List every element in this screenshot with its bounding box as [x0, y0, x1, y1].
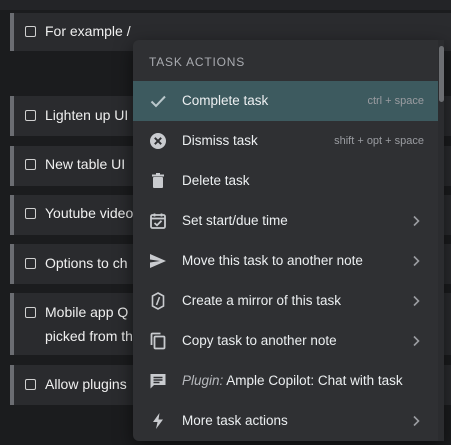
menu-item-create-mirror[interactable]: Create a mirror of this task [133, 281, 438, 321]
menu-item-more-actions[interactable]: More task actions [133, 401, 438, 441]
plugin-prefix: Plugin: [182, 373, 224, 388]
plugin-label: Ample Copilot: Chat with task [226, 373, 403, 388]
menu-item-copy-task[interactable]: Copy task to another note [133, 321, 438, 361]
menu-item-shortcut: ctrl + space [367, 95, 424, 107]
trash-icon [148, 171, 168, 191]
chevron-right-icon [408, 413, 424, 429]
calendar-check-icon [148, 211, 168, 231]
menu-item-label: Complete task [182, 93, 269, 108]
menu-item-delete-task[interactable]: Delete task [133, 161, 438, 201]
task-checkbox[interactable] [25, 258, 36, 269]
menu-item-plugin-chat[interactable]: Plugin: Ample Copilot: Chat with task [133, 361, 438, 401]
task-checkbox[interactable] [25, 208, 36, 219]
mirror-icon [148, 291, 168, 311]
bolt-icon [148, 411, 168, 431]
task-checkbox[interactable] [25, 379, 36, 390]
menu-item-label: Delete task [182, 173, 250, 188]
task-actions-menu: TASK ACTIONS Complete task ctrl + space … [133, 40, 444, 441]
dismiss-icon [148, 131, 168, 151]
chevron-right-icon [408, 213, 424, 229]
menu-header: TASK ACTIONS [149, 55, 246, 69]
menu-scrollbar-thumb[interactable] [439, 46, 444, 102]
chevron-right-icon [408, 333, 424, 349]
task-checkbox[interactable] [25, 110, 36, 121]
menu-item-label: Copy task to another note [182, 333, 337, 348]
menu-item-label: Move this task to another note [182, 253, 363, 268]
task-checkbox[interactable] [25, 307, 36, 318]
menu-item-label: Create a mirror of this task [182, 293, 342, 308]
task-checkbox[interactable] [25, 26, 36, 37]
menu-item-move-task[interactable]: Move this task to another note [133, 241, 438, 281]
send-icon [148, 251, 168, 271]
task-checkbox[interactable] [25, 159, 36, 170]
menu-item-set-start-due-time[interactable]: Set start/due time [133, 201, 438, 241]
copy-icon [148, 331, 168, 351]
menu-item-label: Plugin: Ample Copilot: Chat with task [182, 373, 403, 388]
check-icon [148, 91, 168, 111]
menu-item-label: More task actions [182, 413, 288, 428]
chevron-right-icon [408, 293, 424, 309]
chevron-right-icon [408, 253, 424, 269]
menu-item-label: Set start/due time [182, 213, 288, 228]
menu-item-shortcut: shift + opt + space [334, 135, 424, 147]
menu-item-label: Dismiss task [182, 133, 258, 148]
menu-item-dismiss-task[interactable]: Dismiss task shift + opt + space [133, 121, 438, 161]
menu-item-complete-task[interactable]: Complete task ctrl + space [133, 81, 438, 121]
top-bar [0, 0, 451, 10]
chat-icon [148, 371, 168, 391]
